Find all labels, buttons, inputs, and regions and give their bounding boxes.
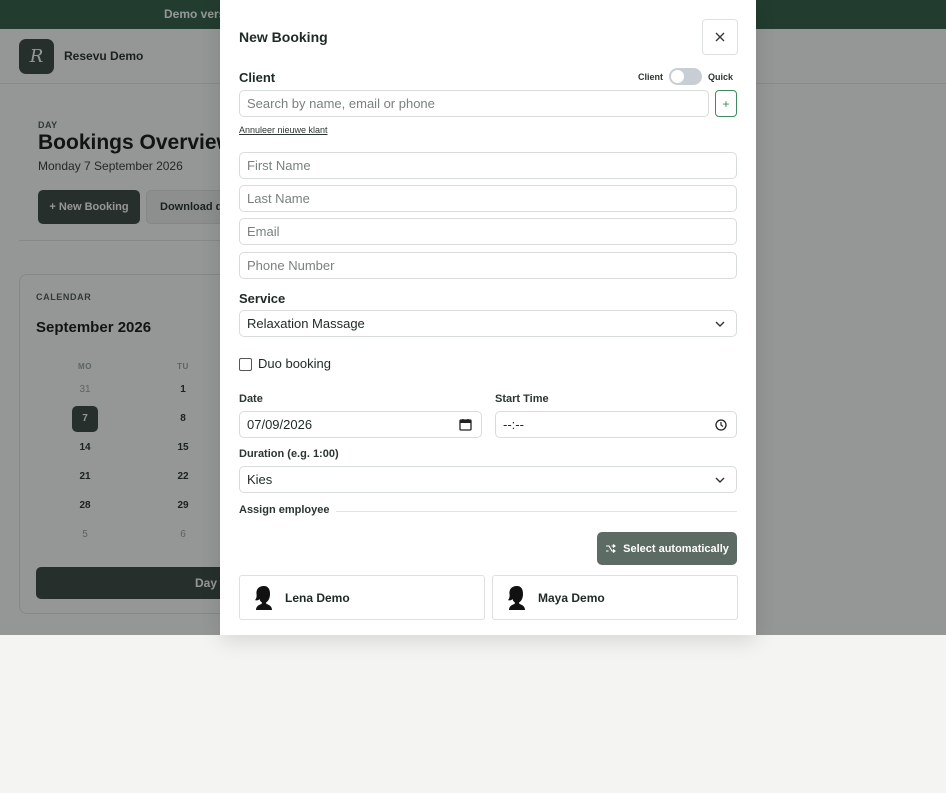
duo-booking-label[interactable]: Duo booking xyxy=(258,356,331,371)
shuffle-icon xyxy=(606,544,617,553)
switch-knob xyxy=(671,70,685,83)
date-input[interactable]: 07/09/2026 xyxy=(239,411,482,438)
duo-booking-checkbox[interactable] xyxy=(239,358,252,371)
client-quick-switch[interactable] xyxy=(669,68,703,85)
start-time-value: --:-- xyxy=(503,417,524,432)
client-label: Client xyxy=(239,70,276,85)
toggle-right-label: Quick xyxy=(708,71,734,82)
add-client-button[interactable]: + xyxy=(715,90,737,117)
employee-name: Lena Demo xyxy=(285,590,350,605)
email-field[interactable] xyxy=(239,218,737,245)
calendar-icon[interactable] xyxy=(459,418,472,431)
woman-silhouette-icon xyxy=(508,585,525,610)
duration-select[interactable]: Kies xyxy=(239,466,737,493)
toggle-left-label: Client xyxy=(638,71,664,82)
date-label: Date xyxy=(239,393,263,405)
start-time-input[interactable]: --:-- xyxy=(495,411,737,438)
client-mode-toggle: Client Quick xyxy=(638,68,733,85)
duration-label: Duration (e.g. 1:00) xyxy=(239,448,339,460)
new-booking-modal: New Booking Client Client Quick + Annule… xyxy=(220,0,756,635)
select-automatically-label: Select automatically xyxy=(623,542,729,555)
phone-field[interactable] xyxy=(239,252,737,279)
assign-employee-label: Assign employee xyxy=(239,504,330,516)
modal-title: New Booking xyxy=(239,29,328,45)
first-name-field[interactable] xyxy=(239,152,737,179)
service-select[interactable]: Relaxation Massage xyxy=(239,310,737,337)
employee-card-maya[interactable]: Maya Demo xyxy=(492,575,738,620)
client-search-input[interactable] xyxy=(239,90,709,117)
close-button[interactable] xyxy=(702,19,738,55)
select-automatically-button[interactable]: Select automatically xyxy=(597,532,737,565)
start-time-label: Start Time xyxy=(495,393,549,405)
woman-silhouette-icon xyxy=(255,585,272,610)
employee-card-lena[interactable]: Lena Demo xyxy=(239,575,485,620)
clock-icon[interactable] xyxy=(715,418,727,431)
last-name-field[interactable] xyxy=(239,185,737,212)
employee-name: Maya Demo xyxy=(538,590,605,605)
close-icon xyxy=(715,32,725,42)
date-value: 07/09/2026 xyxy=(247,417,313,432)
service-value: Relaxation Massage xyxy=(247,316,365,331)
service-label: Service xyxy=(239,291,286,306)
duration-value: Kies xyxy=(247,472,273,487)
cancel-new-client-link[interactable]: Annuleer nieuwe klant xyxy=(239,125,328,135)
assign-divider xyxy=(336,511,737,512)
chevron-down-icon xyxy=(715,477,725,483)
chevron-down-icon xyxy=(715,321,725,327)
